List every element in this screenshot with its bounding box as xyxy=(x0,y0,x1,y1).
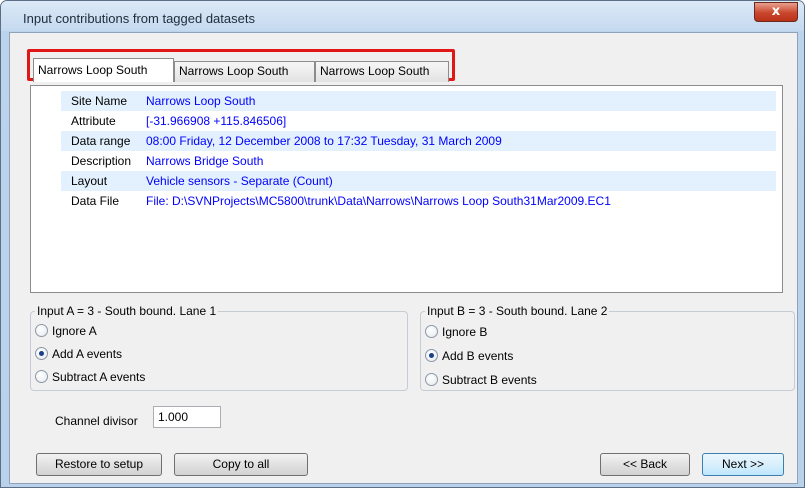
info-row-layout: Layout Vehicle sensors - Separate (Count… xyxy=(61,171,776,191)
button-label: Restore to setup xyxy=(54,457,144,471)
add-a-events-radio[interactable]: Add A events xyxy=(35,345,122,363)
restore-to-setup-button[interactable]: Restore to setup xyxy=(36,453,162,476)
button-label: << Back xyxy=(622,457,668,471)
add-b-events-radio[interactable]: Add B events xyxy=(425,347,513,365)
tab-label: Narrows Loop South xyxy=(179,64,289,78)
info-label: Site Name xyxy=(71,94,128,108)
tab-label: Narrows Loop South xyxy=(320,64,430,78)
button-label: Copy to all xyxy=(212,457,270,471)
tab-label: Narrows Loop South xyxy=(38,63,148,77)
radio-label: Subtract A events xyxy=(52,370,146,384)
input-a-group: Input A = 3 - South bound. Lane 1 Ignore… xyxy=(30,304,408,391)
radio-label: Ignore B xyxy=(442,325,488,339)
info-value: File: D:\SVNProjects\MC5800\trunk\Data\N… xyxy=(146,194,611,208)
subtract-b-events-radio[interactable]: Subtract B events xyxy=(425,371,537,389)
info-label: Data File xyxy=(71,194,120,208)
radio-button-icon xyxy=(425,349,438,362)
subtract-a-events-radio[interactable]: Subtract A events xyxy=(35,368,145,386)
tab-narrows-loop-south-3[interactable]: Narrows Loop South xyxy=(315,61,449,82)
tab-panel: Site Name Narrows Loop South Attribute [… xyxy=(30,85,783,293)
back-button[interactable]: << Back xyxy=(600,453,690,476)
ignore-b-radio[interactable]: Ignore B xyxy=(425,323,487,341)
next-button[interactable]: Next >> xyxy=(702,453,784,476)
radio-button-icon xyxy=(35,370,48,383)
info-label: Attribute xyxy=(71,114,116,128)
info-label: Description xyxy=(71,154,132,168)
tab-narrows-loop-south-1[interactable]: Narrows Loop South xyxy=(33,58,174,82)
radio-button-icon xyxy=(425,373,438,386)
info-value: 08:00 Friday, 12 December 2008 to 17:32 … xyxy=(146,134,502,148)
ignore-a-radio[interactable]: Ignore A xyxy=(35,322,97,340)
input-b-group: Input B = 3 - South bound. Lane 2 Ignore… xyxy=(420,304,795,391)
info-value: Narrows Loop South xyxy=(146,94,256,108)
info-row-data-range: Data range 08:00 Friday, 12 December 200… xyxy=(61,131,776,151)
channel-divisor-value: 1.000 xyxy=(158,410,189,424)
close-icon: x xyxy=(771,4,781,19)
radio-button-icon xyxy=(35,324,48,337)
input-a-legend: Input A = 3 - South bound. Lane 1 xyxy=(35,304,219,318)
dialog-client-area: Narrows Loop South Narrows Loop South Na… xyxy=(9,32,798,484)
radio-label: Subtract B events xyxy=(442,373,537,387)
copy-to-all-button[interactable]: Copy to all xyxy=(174,453,308,476)
info-value: Narrows Bridge South xyxy=(146,154,264,168)
info-value: Vehicle sensors - Separate (Count) xyxy=(146,174,333,188)
radio-label: Add B events xyxy=(442,349,514,363)
title-bar[interactable]: Input contributions from tagged datasets… xyxy=(1,1,804,31)
window-title: Input contributions from tagged datasets xyxy=(23,11,255,26)
tab-narrows-loop-south-2[interactable]: Narrows Loop South xyxy=(174,61,315,82)
radio-button-icon xyxy=(35,347,48,360)
close-button[interactable]: x xyxy=(754,2,798,22)
info-value: [-31.966908 +115.846506] xyxy=(146,114,287,128)
info-label: Layout xyxy=(71,174,108,188)
dialog-window: Input contributions from tagged datasets… xyxy=(0,0,805,488)
info-row-site-name: Site Name Narrows Loop South xyxy=(61,91,776,111)
radio-label: Add A events xyxy=(52,347,123,361)
channel-divisor-input[interactable]: 1.000 xyxy=(153,406,221,428)
info-label: Data range xyxy=(71,134,131,148)
radio-label: Ignore A xyxy=(52,324,97,338)
input-b-legend: Input B = 3 - South bound. Lane 2 xyxy=(425,304,610,318)
button-label: Next >> xyxy=(721,457,765,471)
radio-button-icon xyxy=(425,325,438,338)
channel-divisor-label: Channel divisor xyxy=(55,414,138,428)
